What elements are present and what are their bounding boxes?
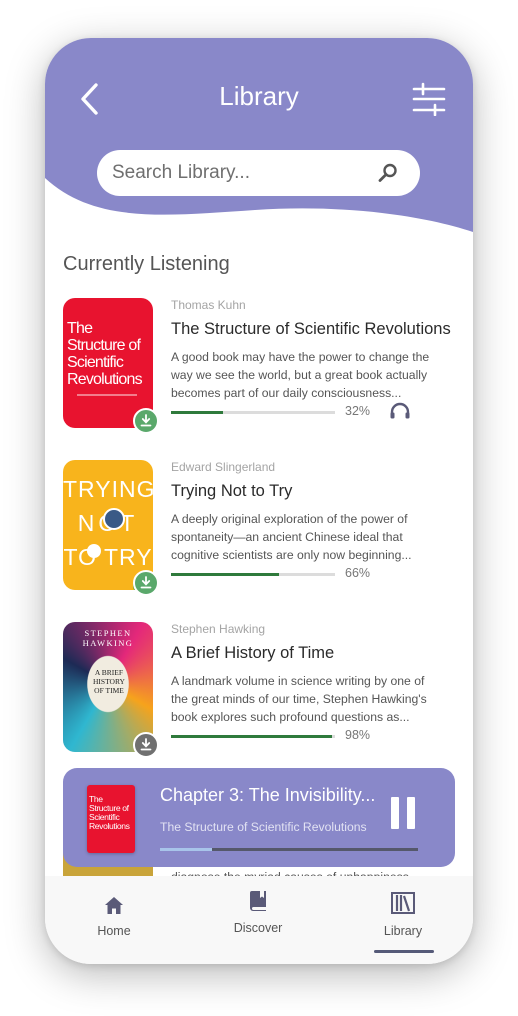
- book-description: A deeply original exploration of the pow…: [171, 512, 412, 562]
- nav-discover[interactable]: Discover: [208, 876, 308, 964]
- progress-fill: [171, 411, 224, 414]
- library-icon: [391, 892, 415, 914]
- now-playing-bar[interactable]: The Structure of Scientific Revolutions …: [63, 768, 455, 867]
- partial-description: diagnose the myriad causes of unhappines…: [171, 868, 409, 876]
- filter-sliders-icon[interactable]: [411, 82, 447, 116]
- progress-percent: 32%: [345, 404, 371, 418]
- book-author: Stephen Hawking: [171, 622, 266, 636]
- section-title: Currently Listening: [63, 253, 230, 275]
- search-icon[interactable]: [377, 162, 399, 184]
- book-icon: [250, 891, 266, 911]
- nav-home[interactable]: Home: [64, 876, 164, 964]
- pause-icon: [407, 797, 415, 829]
- search-input[interactable]: [112, 150, 362, 196]
- book-author: Thomas Kuhn: [171, 298, 246, 312]
- phone-frame: Library Currently Listening The Structur…: [45, 38, 473, 964]
- book-item[interactable]: TRYING NOT TO TRY Edward Slingerland Try…: [45, 460, 473, 610]
- active-tab-indicator: [374, 950, 434, 953]
- progress-percent: 66%: [345, 566, 371, 580]
- download-icon: [140, 414, 152, 427]
- nav-home-label: Home: [97, 924, 131, 938]
- progress-fill: [171, 735, 332, 738]
- nav-discover-label: Discover: [233, 921, 283, 935]
- player-book-title: The Structure of Scientific Revolutions: [160, 820, 367, 834]
- player-cover: The Structure of Scientific Revolutions: [87, 785, 135, 853]
- page-title: Library: [219, 81, 299, 111]
- download-icon: [140, 738, 152, 751]
- pause-icon: [391, 797, 399, 829]
- book-item[interactable]: STEPHEN HAWKING A BRIEF HISTORY OF TIME …: [45, 622, 473, 772]
- player-cover-title: The Structure of Scientific Revolutions: [89, 794, 130, 831]
- progress-bar: [171, 573, 335, 576]
- cover-word: TO TRY: [63, 544, 153, 570]
- book-title: Trying Not to Try: [171, 482, 293, 500]
- nav-library-label: Library: [383, 924, 423, 938]
- book-title: The Structure of Scientific Revolutions: [171, 320, 451, 338]
- cover-title: A BRIEF HISTORY OF TIME: [93, 668, 125, 695]
- header-background: [45, 38, 473, 232]
- book-description: A landmark volume in science writing by …: [171, 674, 427, 724]
- player-progress-fill: [160, 848, 212, 851]
- cover-word: TRYING: [63, 476, 153, 502]
- cover-author: STEPHEN HAWKING: [82, 628, 134, 648]
- book-author: Edward Slingerland: [171, 460, 276, 474]
- download-button[interactable]: [133, 570, 159, 596]
- book-title: A Brief History of Time: [171, 644, 335, 662]
- progress-fill: [171, 573, 280, 576]
- bottom-nav: Home Discover Library: [45, 876, 473, 964]
- download-button[interactable]: [133, 408, 159, 434]
- headphones-icon[interactable]: [389, 402, 411, 420]
- cover-dot: [87, 544, 101, 558]
- book-description: A good book may have the power to change…: [171, 350, 430, 400]
- cover-dot: [103, 508, 125, 530]
- player-chapter-title: Chapter 3: The Invisibility...: [160, 785, 376, 805]
- download-button[interactable]: [133, 732, 159, 758]
- cover-title: The Structure of Scientific Revolutions: [67, 320, 143, 388]
- progress-percent: 98%: [345, 728, 371, 742]
- book-item[interactable]: The Structure of Scientific Revolutions …: [45, 298, 473, 448]
- search-bar: [97, 150, 420, 196]
- progress-bar: [171, 411, 335, 414]
- player-progress-bar[interactable]: [160, 848, 418, 851]
- home-icon: [105, 897, 123, 914]
- pause-button[interactable]: [391, 797, 415, 829]
- cover-fineprint: [77, 394, 137, 396]
- progress-bar: [171, 735, 335, 738]
- download-icon: [140, 576, 152, 589]
